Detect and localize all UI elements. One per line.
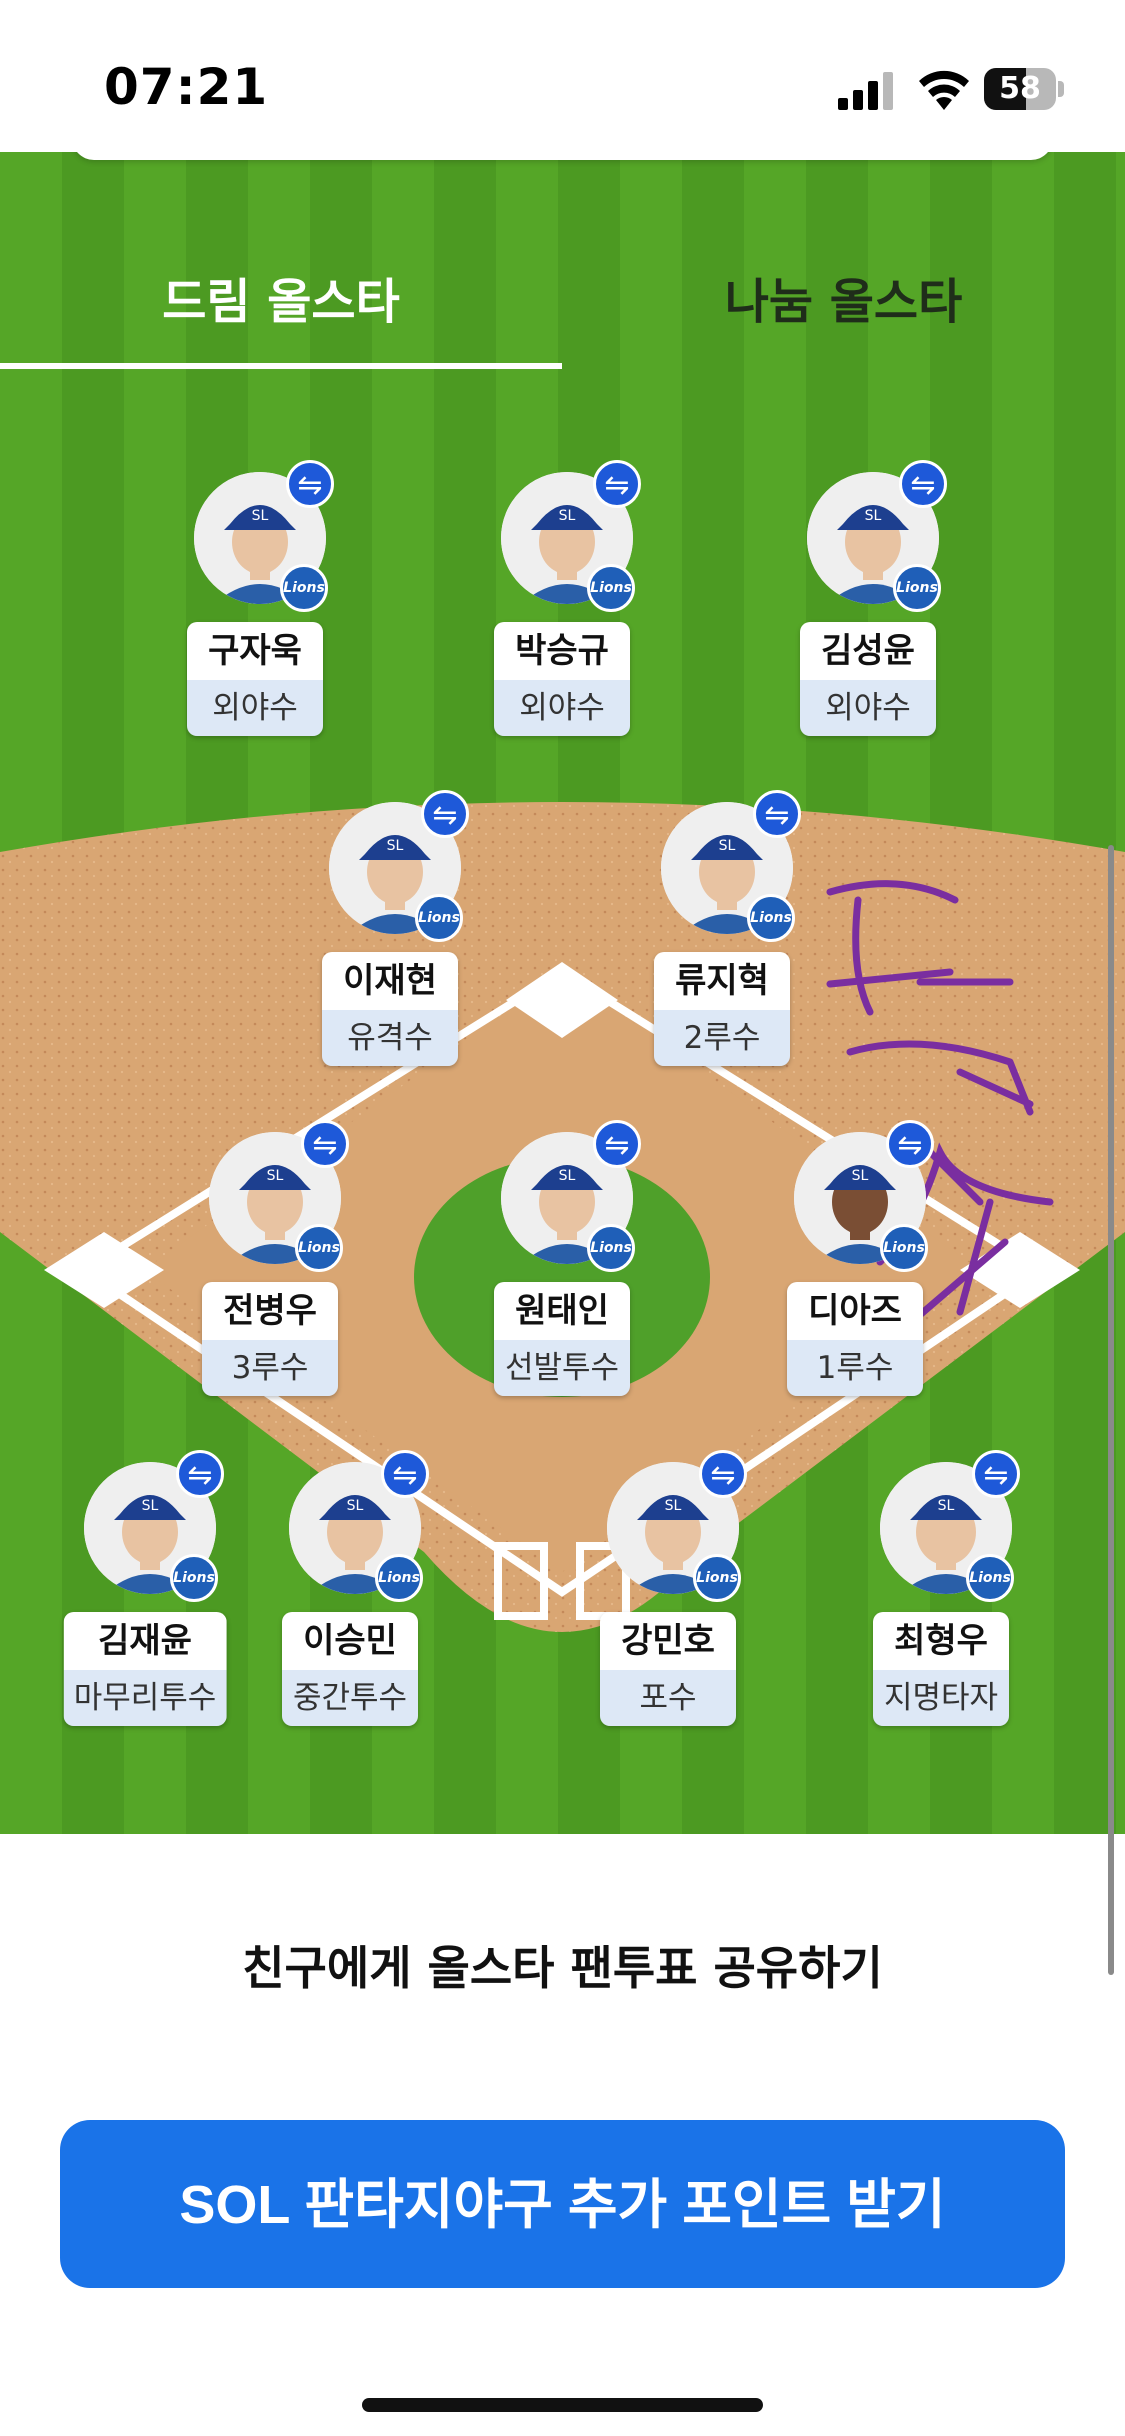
player-label: 이재현 유격수: [322, 952, 458, 1066]
team-logo-icon: Lions: [295, 1224, 343, 1272]
svg-text:SL: SL: [387, 838, 404, 854]
player-name: 류지혁: [654, 952, 790, 1010]
player-label: 박승규 외야수: [494, 622, 630, 736]
player-position: 포수: [600, 1670, 736, 1726]
player-card[interactable]: SL ⇋ Lions 박승규 외야수: [487, 460, 641, 752]
player-name: 강민호: [600, 1612, 736, 1670]
team-logo-icon: Lions: [415, 894, 463, 942]
player-name: 원태인: [494, 1282, 630, 1340]
player-label: 원태인 선발투수: [494, 1282, 630, 1396]
player-position: 선발투수: [494, 1340, 630, 1396]
swap-player-icon[interactable]: ⇋: [301, 1120, 349, 1168]
player-card[interactable]: SL ⇋ Lions 김성윤 외야수: [793, 460, 947, 752]
wifi-icon: [919, 70, 969, 110]
player-name: 구자욱: [187, 622, 323, 680]
player-label: 김재윤 마무리투수: [63, 1612, 227, 1726]
svg-text:SL: SL: [719, 838, 736, 854]
cellular-signal-icon: [838, 72, 893, 110]
player-label: 전병우 3루수: [202, 1282, 338, 1396]
status-time: 07:21: [104, 58, 269, 116]
swap-player-icon[interactable]: ⇋: [886, 1120, 934, 1168]
svg-text:SL: SL: [865, 508, 882, 524]
player-position: 외야수: [187, 680, 323, 736]
player-position: 마무리투수: [63, 1670, 227, 1726]
player-card[interactable]: SL ⇋ Lions 김재윤 마무리투수: [63, 1450, 227, 1742]
player-name: 이재현: [322, 952, 458, 1010]
team-logo-icon: Lions: [880, 1224, 928, 1272]
player-label: 김성윤 외야수: [800, 622, 936, 736]
share-fan-vote-link[interactable]: 친구에게 올스타 팬투표 공유하기: [0, 1932, 1125, 1998]
player-label: 이승민 중간투수: [282, 1612, 418, 1726]
player-label: 류지혁 2루수: [654, 952, 790, 1066]
tab-indicator: [0, 363, 562, 369]
player-position: 지명타자: [873, 1670, 1009, 1726]
swap-player-icon[interactable]: ⇋: [753, 790, 801, 838]
team-logo-icon: Lions: [747, 894, 795, 942]
player-label: 구자욱 외야수: [187, 622, 323, 736]
tab-dream-allstar[interactable]: 드림 올스타: [0, 262, 562, 342]
swap-player-icon[interactable]: ⇋: [899, 460, 947, 508]
player-label: 최형우 지명타자: [873, 1612, 1009, 1726]
swap-player-icon[interactable]: ⇋: [593, 1120, 641, 1168]
player-label: 강민호 포수: [600, 1612, 736, 1726]
svg-text:SL: SL: [559, 1168, 576, 1184]
swap-player-icon[interactable]: ⇋: [972, 1450, 1020, 1498]
swap-player-icon[interactable]: ⇋: [421, 790, 469, 838]
swap-player-icon[interactable]: ⇋: [381, 1450, 429, 1498]
battery-level: 58: [999, 71, 1041, 106]
team-logo-icon: Lions: [966, 1554, 1014, 1602]
tab-nanum-allstar[interactable]: 나눔 올스타: [562, 262, 1125, 342]
player-position: 중간투수: [282, 1670, 418, 1726]
player-name: 김성윤: [800, 622, 936, 680]
svg-text:SL: SL: [559, 508, 576, 524]
swap-player-icon[interactable]: ⇋: [699, 1450, 747, 1498]
team-logo-icon: Lions: [587, 1224, 635, 1272]
player-position: 2루수: [654, 1010, 790, 1066]
player-card[interactable]: SL ⇋ Lions 이승민 중간투수: [275, 1450, 429, 1742]
team-logo-icon: Lions: [587, 564, 635, 612]
battery-icon: 58: [984, 68, 1066, 112]
swap-player-icon[interactable]: ⇋: [593, 460, 641, 508]
player-card[interactable]: SL ⇋ Lions 구자욱 외야수: [180, 460, 334, 752]
svg-text:SL: SL: [252, 508, 269, 524]
top-card-edge: [72, 152, 1053, 160]
player-position: 유격수: [322, 1010, 458, 1066]
player-name: 이승민: [282, 1612, 418, 1670]
svg-text:SL: SL: [938, 1498, 955, 1514]
get-extra-points-button[interactable]: SOL 판타지야구 추가 포인트 받기: [60, 2120, 1065, 2288]
svg-text:SL: SL: [852, 1168, 869, 1184]
svg-text:SL: SL: [142, 1498, 159, 1514]
player-name: 최형우: [873, 1612, 1009, 1670]
player-position: 1루수: [787, 1340, 923, 1396]
player-card[interactable]: SL ⇋ Lions 원태인 선발투수: [487, 1120, 641, 1412]
team-logo-icon: Lions: [893, 564, 941, 612]
player-label: 디아즈 1루수: [787, 1282, 923, 1396]
team-logo-icon: Lions: [280, 564, 328, 612]
baseball-field: 드림 올스타 나눔 올스타 SL ⇋ Lions 구자욱 외야수 SL ⇋ Li…: [0, 152, 1125, 1834]
player-position: 외야수: [800, 680, 936, 736]
player-card[interactable]: SL ⇋ Lions 류지혁 2루수: [647, 790, 801, 1082]
swap-player-icon[interactable]: ⇋: [286, 460, 334, 508]
player-card[interactable]: SL ⇋ Lions 강민호 포수: [593, 1450, 747, 1742]
swap-player-icon[interactable]: ⇋: [176, 1450, 224, 1498]
svg-text:SL: SL: [267, 1168, 284, 1184]
player-name: 디아즈: [787, 1282, 923, 1340]
home-indicator: [362, 2398, 763, 2412]
player-card[interactable]: SL ⇋ Lions 최형우 지명타자: [866, 1450, 1020, 1742]
team-logo-icon: Lions: [693, 1554, 741, 1602]
player-name: 박승규: [494, 622, 630, 680]
player-name: 김재윤: [63, 1612, 227, 1670]
player-name: 전병우: [202, 1282, 338, 1340]
player-card[interactable]: SL ⇋ Lions 전병우 3루수: [195, 1120, 349, 1412]
player-position: 외야수: [494, 680, 630, 736]
status-bar: 07:21 58: [0, 0, 1125, 152]
svg-text:SL: SL: [665, 1498, 682, 1514]
team-logo-icon: Lions: [375, 1554, 423, 1602]
player-position: 3루수: [202, 1340, 338, 1396]
player-card[interactable]: SL ⇋ Lions 디아즈 1루수: [780, 1120, 934, 1412]
player-card[interactable]: SL ⇋ Lions 이재현 유격수: [315, 790, 469, 1082]
team-logo-icon: Lions: [170, 1554, 218, 1602]
scrollbar[interactable]: [1108, 845, 1114, 1975]
svg-text:SL: SL: [347, 1498, 364, 1514]
